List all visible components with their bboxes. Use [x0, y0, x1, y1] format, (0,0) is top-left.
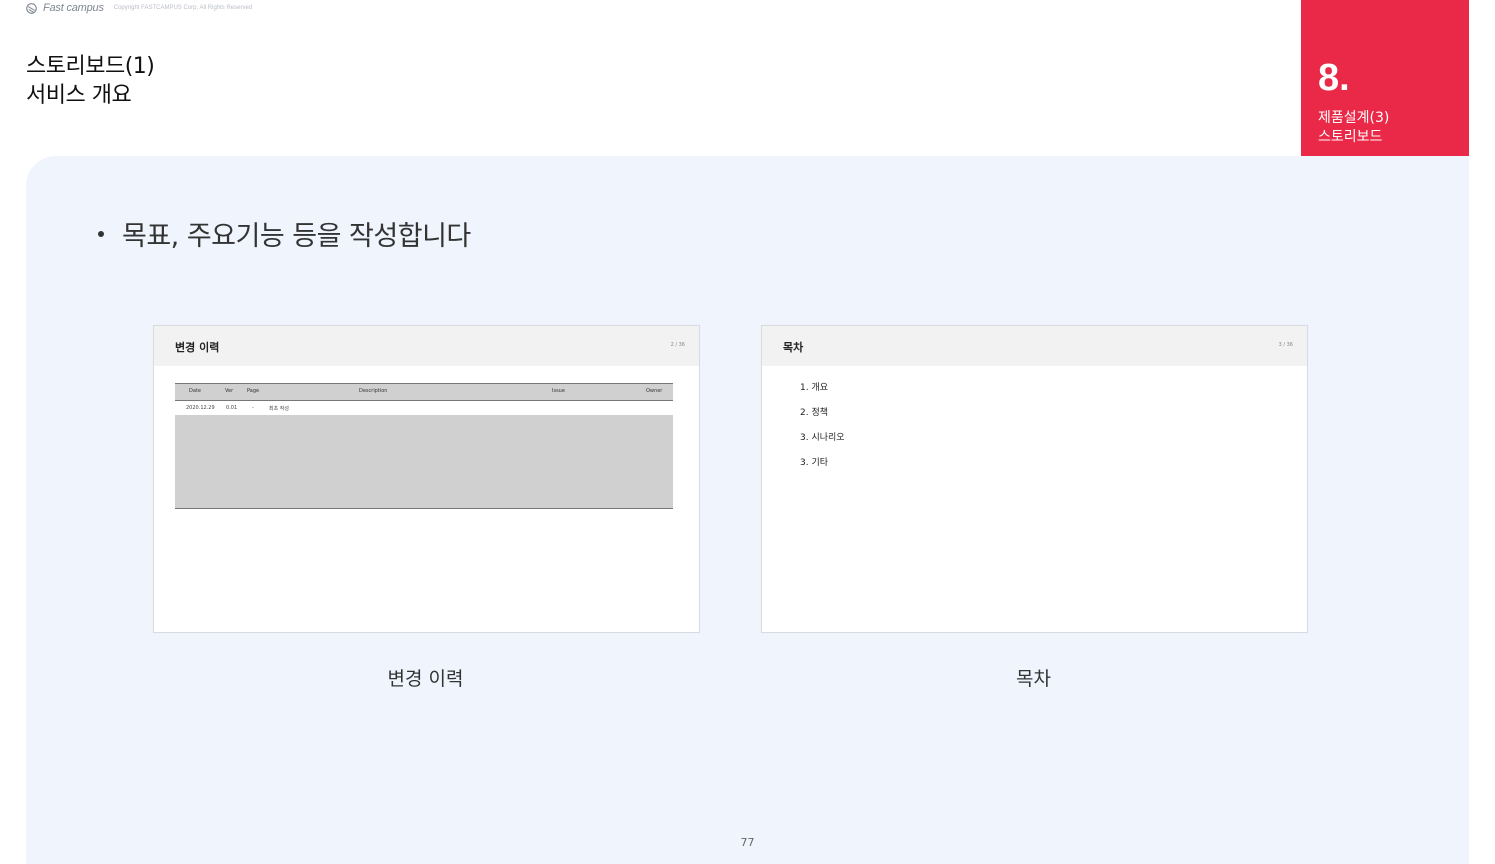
table-cell-ver: 0.01: [226, 405, 238, 411]
bullet-dot-icon: [98, 230, 104, 237]
table-header-description: Description: [359, 388, 388, 394]
thumbnail-page-indicator: 3 / 36: [1278, 342, 1293, 348]
bullet-text: 목표, 주요기능 등을 작성합니다: [122, 221, 471, 252]
copyright-text: Copyright FASTCAMPUS Corp. All Rights Re…: [113, 5, 253, 11]
toc-item: 2. 정책: [800, 408, 829, 418]
page-title-line1: 스토리보드(1): [26, 54, 155, 79]
thumbnail-change-history[interactable]: 변경 이력 2 / 36 Date Ver Page Description I…: [153, 325, 700, 633]
caption-table-of-contents: 목차: [1016, 668, 1051, 690]
table-cell-date: 2020.12.29: [186, 405, 215, 411]
chapter-label-line2: 스토리보드: [1318, 129, 1383, 145]
top-bar: Fast campus Copyright FASTCAMPUS Corp. A…: [26, 2, 252, 14]
table-header-row: Date Ver Page Description Issue Owner: [175, 383, 673, 401]
table-header-date: Date: [189, 388, 201, 394]
toc-item: 3. 기타: [800, 458, 829, 468]
thumbnail-page-indicator: 2 / 36: [670, 342, 685, 348]
table-header-ver: Ver: [225, 388, 234, 394]
thumbnail-title: 목차: [783, 341, 804, 354]
table-row: 2020.12.29 0.01 - 최초 작성: [175, 401, 673, 415]
table-empty-rows: [175, 415, 673, 509]
thumbnail-title: 변경 이력: [175, 341, 220, 354]
fastcampus-logo-icon: [26, 2, 37, 14]
table-header-owner: Owner: [646, 388, 663, 394]
page-title-line2: 서비스 개요: [26, 83, 132, 108]
toc-list: 1. 개요 2. 정책 3. 시나리오 3. 기타: [800, 382, 845, 482]
bullet-line: 목표, 주요기능 등을 작성합니다: [98, 214, 471, 253]
logo-text: Fast campus: [43, 2, 104, 14]
toc-item: 1. 개요: [800, 383, 829, 393]
thumbnail-header: 변경 이력 2 / 36: [154, 326, 699, 366]
thumbnail-table-of-contents[interactable]: 목차 3 / 36 1. 개요 2. 정책 3. 시나리오 3. 기타: [761, 325, 1308, 633]
content-panel: 목표, 주요기능 등을 작성합니다 변경 이력 2 / 36 Date Ver …: [26, 156, 1469, 864]
page-number: 77: [740, 836, 755, 849]
table-cell-description: 최초 작성: [269, 406, 289, 412]
table-cell-page: -: [252, 405, 254, 411]
toc-item: 3. 시나리오: [800, 433, 845, 443]
table-header-page: Page: [247, 388, 260, 394]
page-title: 스토리보드(1) 서비스 개요: [26, 52, 155, 110]
thumbnail-header: 목차 3 / 36: [762, 326, 1307, 366]
chapter-label: 제품설계(3) 스토리보드: [1318, 109, 1389, 147]
chapter-number: 8.: [1318, 57, 1350, 99]
caption-change-history: 변경 이력: [387, 668, 464, 690]
chapter-label-line1: 제품설계(3): [1318, 110, 1390, 126]
chapter-dot: .: [1339, 57, 1350, 99]
change-history-table: Date Ver Page Description Issue Owner 20…: [175, 383, 673, 509]
table-header-issue: Issue: [552, 388, 565, 394]
